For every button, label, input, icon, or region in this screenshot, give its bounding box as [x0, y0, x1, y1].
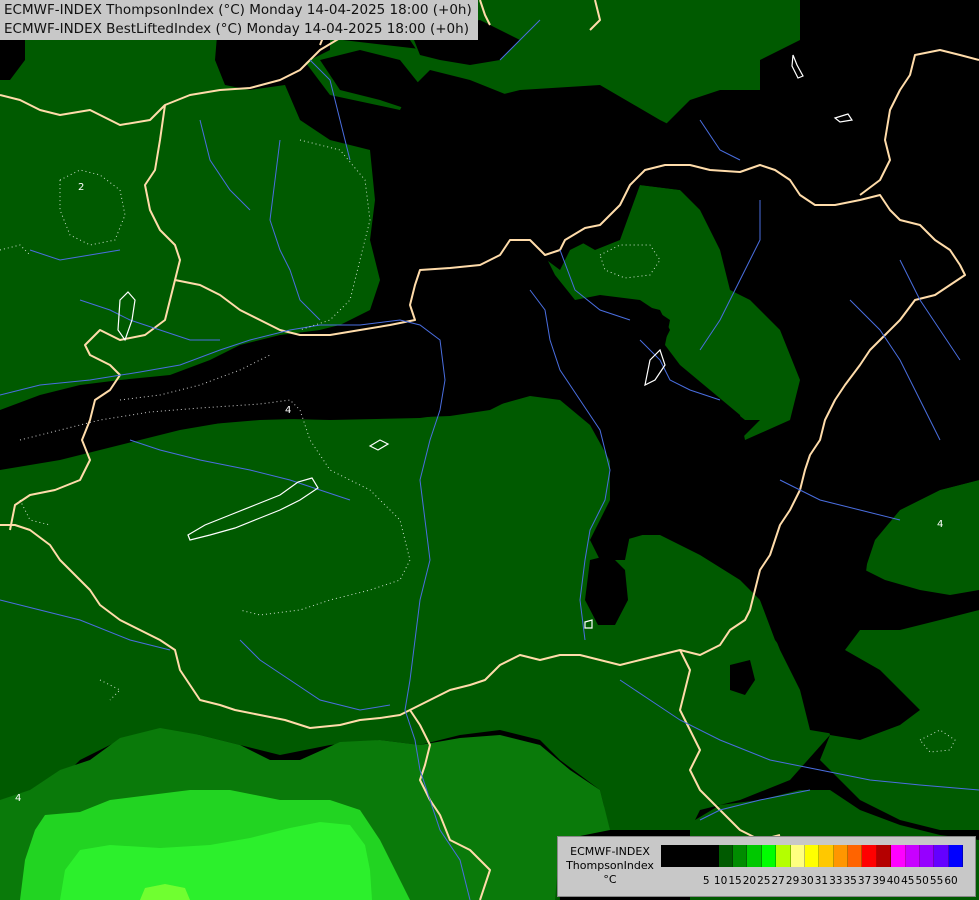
legend-tick-labels: 5 10 15 20 25 27 29 30 31 33 35 37 39 40 45 50 55 60 — [661, 874, 979, 888]
legend-swatch — [819, 845, 834, 867]
legend-tick-label: 29 — [785, 875, 800, 887]
weather-map-view: 4 4 2 4 ECMWF-INDEX ThompsonIndex (°C) M… — [0, 0, 979, 900]
contour-label: 4 — [15, 793, 21, 804]
legend-swatch — [905, 845, 921, 867]
legend-tick-label: 40 — [886, 875, 901, 887]
legend-swatch — [804, 845, 820, 867]
legend-swatch — [732, 845, 748, 867]
legend-tick-label: 33 — [829, 875, 843, 887]
legend-swatch — [934, 845, 949, 867]
legend-swatch — [704, 845, 719, 867]
legend-source: ECMWF-INDEX — [570, 845, 650, 858]
legend-tick-label: 60 — [944, 875, 958, 887]
legend-parameter: ThompsonIndex — [566, 859, 654, 872]
color-legend: ECMWF-INDEX ThompsonIndex °C 5 10 15 20 25 27… — [557, 836, 976, 897]
legend-title: ECMWF-INDEX ThompsonIndex °C — [560, 845, 660, 887]
map-canvas: 4 4 2 4 — [0, 0, 979, 900]
legend-tick-label: 31 — [814, 875, 829, 887]
legend-swatch — [718, 845, 733, 867]
legend-swatch — [776, 845, 791, 867]
legend-tick-label: 35 — [843, 875, 857, 887]
legend-tick-label: 5 — [702, 875, 710, 887]
legend-swatch — [689, 845, 705, 867]
contour-label: 4 — [285, 405, 291, 416]
legend-tick-label: 45 — [901, 875, 915, 887]
contour-label: 4 — [937, 519, 943, 530]
legend-tick-label: 15 — [728, 875, 742, 887]
legend-tick-label: 25 — [757, 875, 771, 887]
legend-swatch — [747, 845, 762, 867]
title-line-bestlifted: ECMWF-INDEX BestLiftedIndex (°C) Monday … — [4, 21, 469, 37]
legend-swatch — [761, 845, 777, 867]
legend-tick-label: 37 — [857, 875, 872, 887]
legend-swatch — [675, 845, 690, 867]
legend-swatch — [833, 845, 849, 867]
legend-unit: °C — [603, 873, 617, 886]
legend-swatch — [862, 845, 877, 867]
legend-swatch — [920, 845, 935, 867]
legend-swatch — [948, 845, 964, 867]
legend-swatch — [876, 845, 892, 867]
legend-swatch — [848, 845, 863, 867]
legend-swatches — [661, 845, 964, 867]
contour-label: 2 — [78, 182, 84, 193]
map-title-panel: ECMWF-INDEX ThompsonIndex (°C) Monday 14… — [0, 0, 478, 40]
legend-tick-label: 55 — [929, 875, 944, 887]
legend-tick-label: 39 — [872, 875, 886, 887]
legend-tick-label: 10 — [713, 875, 728, 887]
legend-swatch — [891, 845, 906, 867]
legend-tick-label: 50 — [915, 875, 929, 887]
legend-tick-label: 27 — [771, 875, 785, 887]
legend-swatch — [790, 845, 805, 867]
title-line-thompson: ECMWF-INDEX ThompsonIndex (°C) Monday 14… — [4, 2, 472, 18]
legend-tick-label: 20 — [742, 875, 757, 887]
legend-tick-label: 30 — [800, 875, 814, 887]
legend-swatch — [661, 845, 676, 867]
